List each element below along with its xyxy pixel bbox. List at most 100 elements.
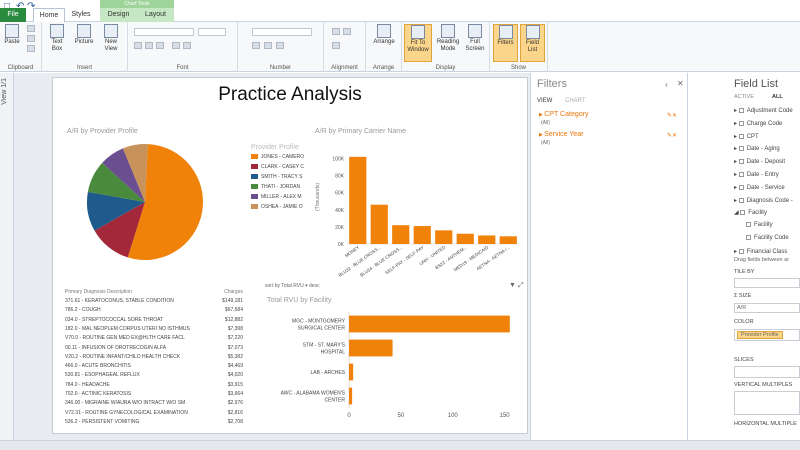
diagnosis-table[interactable]: Primary Diagnosis Description Charges 37… <box>65 289 245 431</box>
tab-all[interactable]: ALL <box>772 94 783 100</box>
legend-item[interactable]: THATI - JORDAN <box>251 184 300 190</box>
legend-item[interactable]: OSHEA - JAMIE O <box>251 204 303 210</box>
color-well[interactable]: Provider Profile <box>734 329 800 341</box>
align-top-icon[interactable] <box>332 42 340 49</box>
table-row[interactable]: 00.11 - INFUSION OF DROTRECOGIN ALFA $7,0… <box>65 345 245 354</box>
cut-icon[interactable] <box>27 25 35 32</box>
bar[interactable] <box>349 339 393 357</box>
close-icon[interactable]: ✕ <box>677 79 684 88</box>
field-item[interactable]: ▸ Date - Aging <box>734 145 780 152</box>
field-item[interactable]: Facility Code <box>746 235 789 241</box>
sort-control[interactable]: sort by Total RVU ▾ desc <box>265 283 320 289</box>
views-strip[interactable] <box>0 73 14 440</box>
bar[interactable] <box>499 236 517 244</box>
table-row[interactable]: 346.00 - MIGRAINE W/AURA W/O INTRACT W/O… <box>65 400 245 409</box>
field-item[interactable]: ▸ Date - Deposit <box>734 158 785 165</box>
filter-item-service-year[interactable]: ▶ Service Year <box>539 131 584 138</box>
legend-item[interactable]: CLARK - CASEY C <box>251 164 304 170</box>
table-row[interactable]: V70.0 - ROUTINE GEN MED EX@HLTH CARE FAC… <box>65 335 245 344</box>
bar[interactable] <box>349 156 367 244</box>
font-color-icon[interactable] <box>183 42 191 49</box>
legend-item[interactable]: JONES - CAMERO <box>251 154 304 160</box>
tab-file[interactable]: File <box>0 8 26 22</box>
field-item[interactable]: ▸ Date - Entry <box>734 171 779 178</box>
currency-icon[interactable] <box>252 42 260 49</box>
legend-item[interactable]: MILLER - ALEX M <box>251 194 302 200</box>
italic-icon[interactable] <box>145 42 153 49</box>
field-item[interactable]: ▸ Financial Class <box>734 248 787 255</box>
table-row[interactable]: 784.0 - HEADACHE $3,915 <box>65 382 245 391</box>
tab-design[interactable]: Design <box>100 8 137 22</box>
table-row[interactable]: 466.0 - ACUTE BRONCHITIS $4,469 <box>65 363 245 372</box>
page-title[interactable]: Practice Analysis <box>53 84 527 106</box>
fill-color-icon[interactable] <box>172 42 180 49</box>
font-family-select[interactable] <box>134 28 194 36</box>
number-format-select[interactable] <box>252 28 312 36</box>
rvu-bar-chart[interactable]: 0 50 100 150 MGC - MONTGOMERYSURGICAL CENTER… <box>261 308 523 428</box>
table-row[interactable]: 536.2 - PERSISTENT VOMITING $2,708 <box>65 419 245 428</box>
text-box-button[interactable]: Text Box <box>46 24 68 53</box>
table-row[interactable]: 371.61 - KERATOCONUS, STABLE CONDITION $1… <box>65 298 245 307</box>
collapse-icon[interactable]: ‹ <box>665 80 668 89</box>
pie-chart[interactable] <box>85 142 205 262</box>
format-painter-icon[interactable] <box>27 45 35 52</box>
underline-icon[interactable] <box>156 42 164 49</box>
checkbox[interactable] <box>746 235 751 240</box>
size-field-chip[interactable]: A/R <box>737 305 746 311</box>
view-indicator[interactable]: View 1/1 <box>1 78 8 105</box>
comma-icon[interactable] <box>276 42 284 49</box>
bar[interactable] <box>413 226 431 244</box>
legend-item[interactable]: SMITH - TRACY S <box>251 174 303 180</box>
table-header-charges[interactable]: Charges <box>224 289 243 295</box>
tile-by-well[interactable] <box>734 278 800 288</box>
tab-layout[interactable]: Layout <box>137 8 174 22</box>
copy-icon[interactable] <box>27 35 35 42</box>
bar[interactable] <box>349 387 353 405</box>
bold-icon[interactable] <box>134 42 142 49</box>
paste-button[interactable]: Paste <box>3 24 21 46</box>
table-header-description[interactable]: Primary Diagnosis Description <box>65 289 132 295</box>
bar[interactable] <box>349 363 354 381</box>
font-size-select[interactable] <box>198 28 226 36</box>
bar[interactable] <box>435 230 453 244</box>
fit-to-window-button[interactable]: Fit To Window <box>404 24 432 62</box>
table-row[interactable]: V20.2 - ROUTINE INFANT/CHILD HEALTH CHEC… <box>65 354 245 363</box>
align-center-icon[interactable] <box>343 28 351 35</box>
eraser-icon[interactable]: ✎✕ <box>667 112 677 119</box>
bar[interactable] <box>392 225 410 244</box>
eraser-icon[interactable]: ✎✕ <box>667 132 677 139</box>
slices-well[interactable] <box>734 366 800 378</box>
tab-styles[interactable]: Styles <box>66 8 96 22</box>
picture-button[interactable]: Picture <box>72 24 96 46</box>
tab-active[interactable]: ACTIVE <box>734 94 754 100</box>
field-item[interactable]: Facility <box>746 222 773 228</box>
filter-item-cpt-category[interactable]: ▶ CPT Category <box>539 111 588 118</box>
vertical-multiples-well[interactable] <box>734 391 800 415</box>
bar[interactable] <box>349 315 510 333</box>
table-row[interactable]: 702.0 - ACTINIC KERATOSIS $3,664 <box>65 391 245 400</box>
bar[interactable] <box>456 233 474 244</box>
field-item[interactable]: ▸ CPT <box>734 133 759 140</box>
table-row[interactable]: 182.0 - MAL NEOPLEM CORPUS UTERI NO ISTH… <box>65 326 245 335</box>
tab-home[interactable]: Home <box>33 8 65 23</box>
reading-mode-button[interactable]: Reading Mode <box>434 24 462 53</box>
field-item[interactable]: ▸ Diagnosis Code - <box>734 197 793 204</box>
tab-view[interactable]: VIEW <box>537 98 552 104</box>
size-well[interactable]: A/R <box>734 303 800 313</box>
percent-icon[interactable] <box>264 42 272 49</box>
filter-icon[interactable]: ▼ <box>509 282 516 289</box>
checkbox[interactable] <box>746 222 751 228</box>
field-item[interactable]: ▸ Adjustment Code <box>734 107 793 114</box>
align-left-icon[interactable] <box>332 28 340 35</box>
carrier-bar-chart[interactable]: 0K20K40K60K80K100K(Thousands)MONEYBLU32 … <box>311 140 529 280</box>
color-field-chip[interactable]: Provider Profile <box>737 331 783 339</box>
field-item[interactable]: ◢ Facility <box>734 209 767 216</box>
field-item[interactable]: ▸ Charge Code <box>734 120 782 127</box>
table-row[interactable]: 786.2 - COUGH $67,584 <box>65 307 245 316</box>
bar[interactable] <box>478 235 496 244</box>
table-row[interactable]: V72.31 - ROUTINE GYNECOLOGICAL EXAMINATI… <box>65 410 245 419</box>
field-list-button[interactable]: Field List <box>520 24 545 62</box>
expand-icon[interactable]: ⤢ <box>518 282 524 290</box>
field-item[interactable]: ▸ Date - Service <box>734 184 785 191</box>
tab-chart[interactable]: CHART <box>565 98 586 104</box>
